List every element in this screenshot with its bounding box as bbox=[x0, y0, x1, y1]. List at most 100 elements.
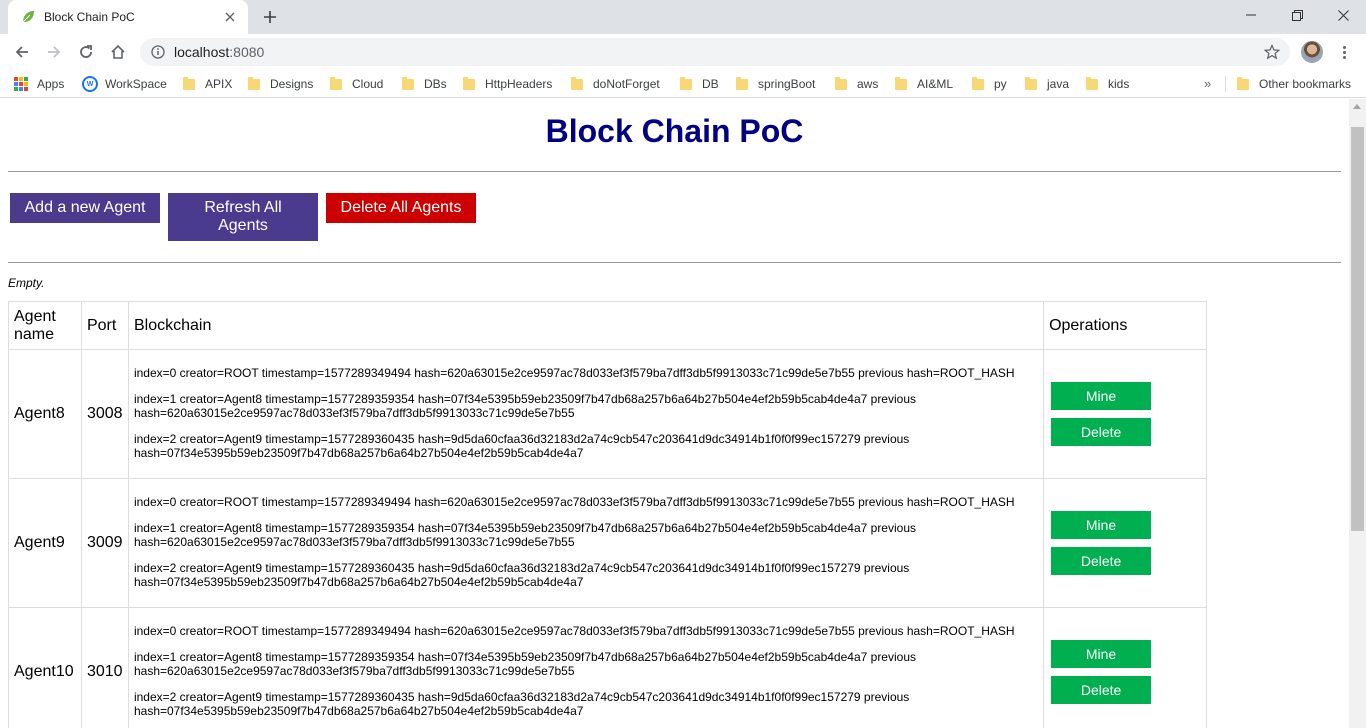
action-bar: Add a new Agent Refresh All Agents Delet… bbox=[8, 172, 1341, 262]
folder-icon bbox=[895, 76, 907, 90]
header-blockchain: Blockchain bbox=[127, 301, 1045, 350]
minimize-icon[interactable] bbox=[1228, 0, 1274, 30]
bookmark-apps[interactable]: Apps bbox=[14, 74, 64, 94]
bookmark-label: py bbox=[994, 77, 1007, 91]
forward-icon[interactable] bbox=[40, 38, 68, 66]
folder-icon bbox=[330, 76, 342, 90]
folder-icon bbox=[183, 76, 195, 90]
bookmark-label: Designs bbox=[270, 77, 314, 91]
add-agent-button[interactable]: Add a new Agent bbox=[10, 193, 160, 223]
bookmark-java[interactable]: java bbox=[1025, 74, 1069, 94]
block-entry: index=2 creator=Agent9 timestamp=1577289… bbox=[133, 690, 910, 718]
bookmark-label: kids bbox=[1108, 77, 1130, 91]
bookmark-httpheaders[interactable]: HttpHeaders bbox=[463, 74, 552, 94]
bookmark-aiml[interactable]: AI&ML bbox=[895, 74, 953, 94]
more-bookmarks-chevron[interactable]: » bbox=[1204, 76, 1211, 91]
agent-port: 3010 bbox=[80, 607, 129, 728]
site-info-icon[interactable] bbox=[150, 44, 166, 60]
agent-name: Agent10 bbox=[8, 607, 82, 728]
agent-name: Agent9 bbox=[8, 478, 82, 608]
refresh-agents-button[interactable]: Refresh All Agents bbox=[168, 193, 318, 241]
bookmark-designs[interactable]: Designs bbox=[248, 74, 313, 94]
folder-icon bbox=[835, 76, 847, 90]
address-bar[interactable]: localhost:8080 bbox=[140, 38, 1290, 66]
bookmark-aws[interactable]: aws bbox=[835, 74, 878, 94]
delete-agent-button[interactable]: Delete bbox=[1051, 418, 1152, 446]
folder-icon bbox=[1086, 76, 1098, 90]
bookmark-donotforget[interactable]: doNotForget bbox=[571, 74, 660, 94]
delete-agent-button[interactable]: Delete bbox=[1051, 676, 1152, 704]
close-window-icon[interactable] bbox=[1320, 0, 1366, 30]
bookmark-cloud[interactable]: Cloud bbox=[330, 74, 383, 94]
delete-agent-button[interactable]: Delete bbox=[1051, 547, 1152, 575]
folder-icon bbox=[402, 76, 414, 90]
bookmark-label: APIX bbox=[205, 77, 233, 91]
bookmark-label: DBs bbox=[424, 77, 447, 91]
workspace-logo-icon: W bbox=[82, 76, 98, 92]
bookmark-workspace[interactable]: W WorkSpace bbox=[82, 74, 167, 94]
blockchain-cell: index=0 creator=ROOT timestamp=157728934… bbox=[127, 607, 1045, 728]
delete-all-agents-button[interactable]: Delete All Agents bbox=[326, 193, 476, 223]
block-entry: index=1 creator=Agent8 timestamp=1577289… bbox=[133, 650, 916, 678]
scrollbar-thumb[interactable] bbox=[1351, 127, 1364, 531]
agent-port: 3008 bbox=[80, 349, 129, 479]
divider bbox=[8, 262, 1341, 263]
bookmark-label: Apps bbox=[37, 77, 65, 91]
mine-button[interactable]: Mine bbox=[1051, 511, 1152, 539]
back-icon[interactable] bbox=[8, 38, 36, 66]
tab-strip: Block Chain PoC bbox=[0, 0, 1366, 34]
block-entry: index=1 creator=Agent8 timestamp=1577289… bbox=[133, 521, 916, 549]
bookmark-apix[interactable]: APIX bbox=[183, 74, 232, 94]
bookmark-label: DB bbox=[702, 77, 719, 91]
tab-title: Block Chain PoC bbox=[44, 10, 135, 24]
bookmark-star-icon[interactable] bbox=[1264, 44, 1280, 60]
scroll-up-arrow-icon[interactable] bbox=[1353, 104, 1361, 109]
bookmark-label: Cloud bbox=[352, 77, 384, 91]
agent-name: Agent8 bbox=[8, 349, 82, 479]
profile-avatar[interactable] bbox=[1301, 41, 1323, 63]
mine-button[interactable]: Mine bbox=[1051, 382, 1152, 410]
agents-table: Agent name Port Blockchain Operations Ag… bbox=[8, 301, 1207, 728]
status-message: Empty. bbox=[8, 276, 45, 290]
bookmark-dbs[interactable]: DBs bbox=[402, 74, 447, 94]
folder-icon bbox=[571, 76, 583, 90]
browser-toolbar: localhost:8080 bbox=[0, 34, 1366, 70]
folder-icon bbox=[972, 76, 984, 90]
page-title: Block Chain PoC bbox=[545, 113, 804, 149]
new-tab-icon[interactable] bbox=[258, 5, 282, 29]
operations-cell: Mine Delete bbox=[1043, 349, 1207, 479]
bookmark-db[interactable]: DB bbox=[680, 74, 719, 94]
menu-kebab-icon[interactable] bbox=[1334, 42, 1354, 62]
folder-icon bbox=[680, 76, 692, 90]
browser-tab[interactable]: Block Chain PoC bbox=[8, 0, 248, 34]
blockchain-cell: index=0 creator=ROOT timestamp=157728934… bbox=[127, 349, 1045, 479]
restore-icon[interactable] bbox=[1274, 0, 1320, 30]
mine-button[interactable]: Mine bbox=[1051, 640, 1152, 668]
operations-cell: Mine Delete bbox=[1043, 478, 1207, 608]
blockchain-cell: index=0 creator=ROOT timestamp=157728934… bbox=[127, 478, 1045, 608]
url-host: localhost bbox=[174, 44, 230, 60]
table-row: Agent10 3010 index=0 creator=ROOT timest… bbox=[8, 607, 1207, 728]
vertical-scrollbar[interactable] bbox=[1349, 99, 1366, 728]
operations-cell: Mine Delete bbox=[1043, 607, 1207, 728]
close-tab-icon[interactable] bbox=[222, 9, 238, 25]
bookmark-label: doNotForget bbox=[593, 77, 660, 91]
folder-icon bbox=[1237, 76, 1249, 90]
folder-icon bbox=[736, 76, 748, 90]
bookmark-other[interactable]: Other bookmarks bbox=[1237, 74, 1351, 94]
folder-icon bbox=[1025, 76, 1037, 90]
bookmark-py[interactable]: py bbox=[972, 74, 1007, 94]
apps-grid-icon bbox=[14, 77, 28, 91]
bookmarks-divider bbox=[1225, 76, 1226, 92]
reload-icon[interactable] bbox=[72, 38, 100, 66]
bookmark-label: HttpHeaders bbox=[485, 77, 553, 91]
bookmark-label: aws bbox=[857, 77, 879, 91]
bookmark-kids[interactable]: kids bbox=[1086, 74, 1129, 94]
header-operations: Operations bbox=[1043, 301, 1207, 350]
table-row: Agent9 3009 index=0 creator=ROOT timesta… bbox=[8, 478, 1207, 608]
bookmark-springboot[interactable]: springBoot bbox=[736, 74, 815, 94]
spring-leaf-icon bbox=[20, 9, 36, 25]
home-icon[interactable] bbox=[104, 38, 132, 66]
table-header-row: Agent name Port Blockchain Operations bbox=[8, 301, 1207, 350]
block-entry: index=2 creator=Agent9 timestamp=1577289… bbox=[133, 432, 910, 460]
